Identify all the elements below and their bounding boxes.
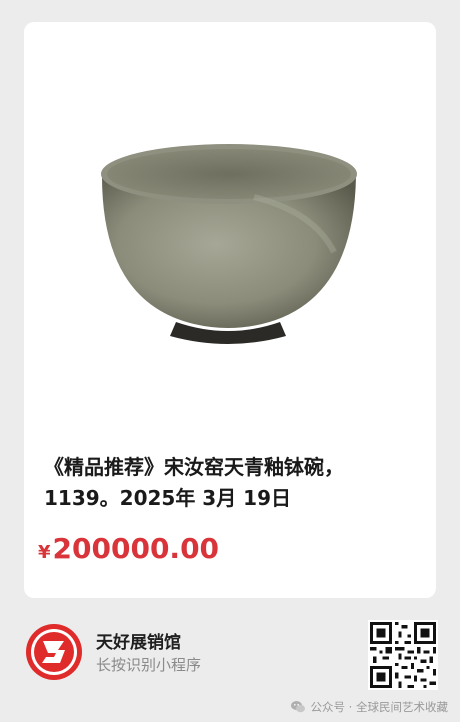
product-image[interactable] <box>44 22 412 430</box>
price-amount: 200000.00 <box>52 532 220 565</box>
product-title: 《精品推荐》宋汝窑天青釉钵碗，1139。2025年 3月 19日 <box>44 455 344 510</box>
mini-program-footer[interactable]: 天好展销馆 长按识别小程序 公众号 · 全球民间艺术收藏 <box>0 606 460 722</box>
bowl-illustration <box>101 144 357 344</box>
wechat-icon <box>290 699 306 715</box>
price: ¥200000.00 <box>38 532 219 565</box>
watermark-text: 公众号 · 全球民间艺术收藏 <box>310 700 448 714</box>
price-currency: ¥ <box>38 542 51 563</box>
shop-logo-icon[interactable] <box>24 622 84 682</box>
watermark: 公众号 · 全球民间艺术收藏 <box>290 699 448 715</box>
shop-name[interactable]: 天好展销馆 <box>96 628 181 653</box>
product-card[interactable]: 《精品推荐》宋汝窑天青釉钵碗，1139。2025年 3月 19日 ¥200000… <box>24 22 436 598</box>
shop-hint: 长按识别小程序 <box>96 656 202 674</box>
qr-code-icon[interactable] <box>368 620 438 690</box>
